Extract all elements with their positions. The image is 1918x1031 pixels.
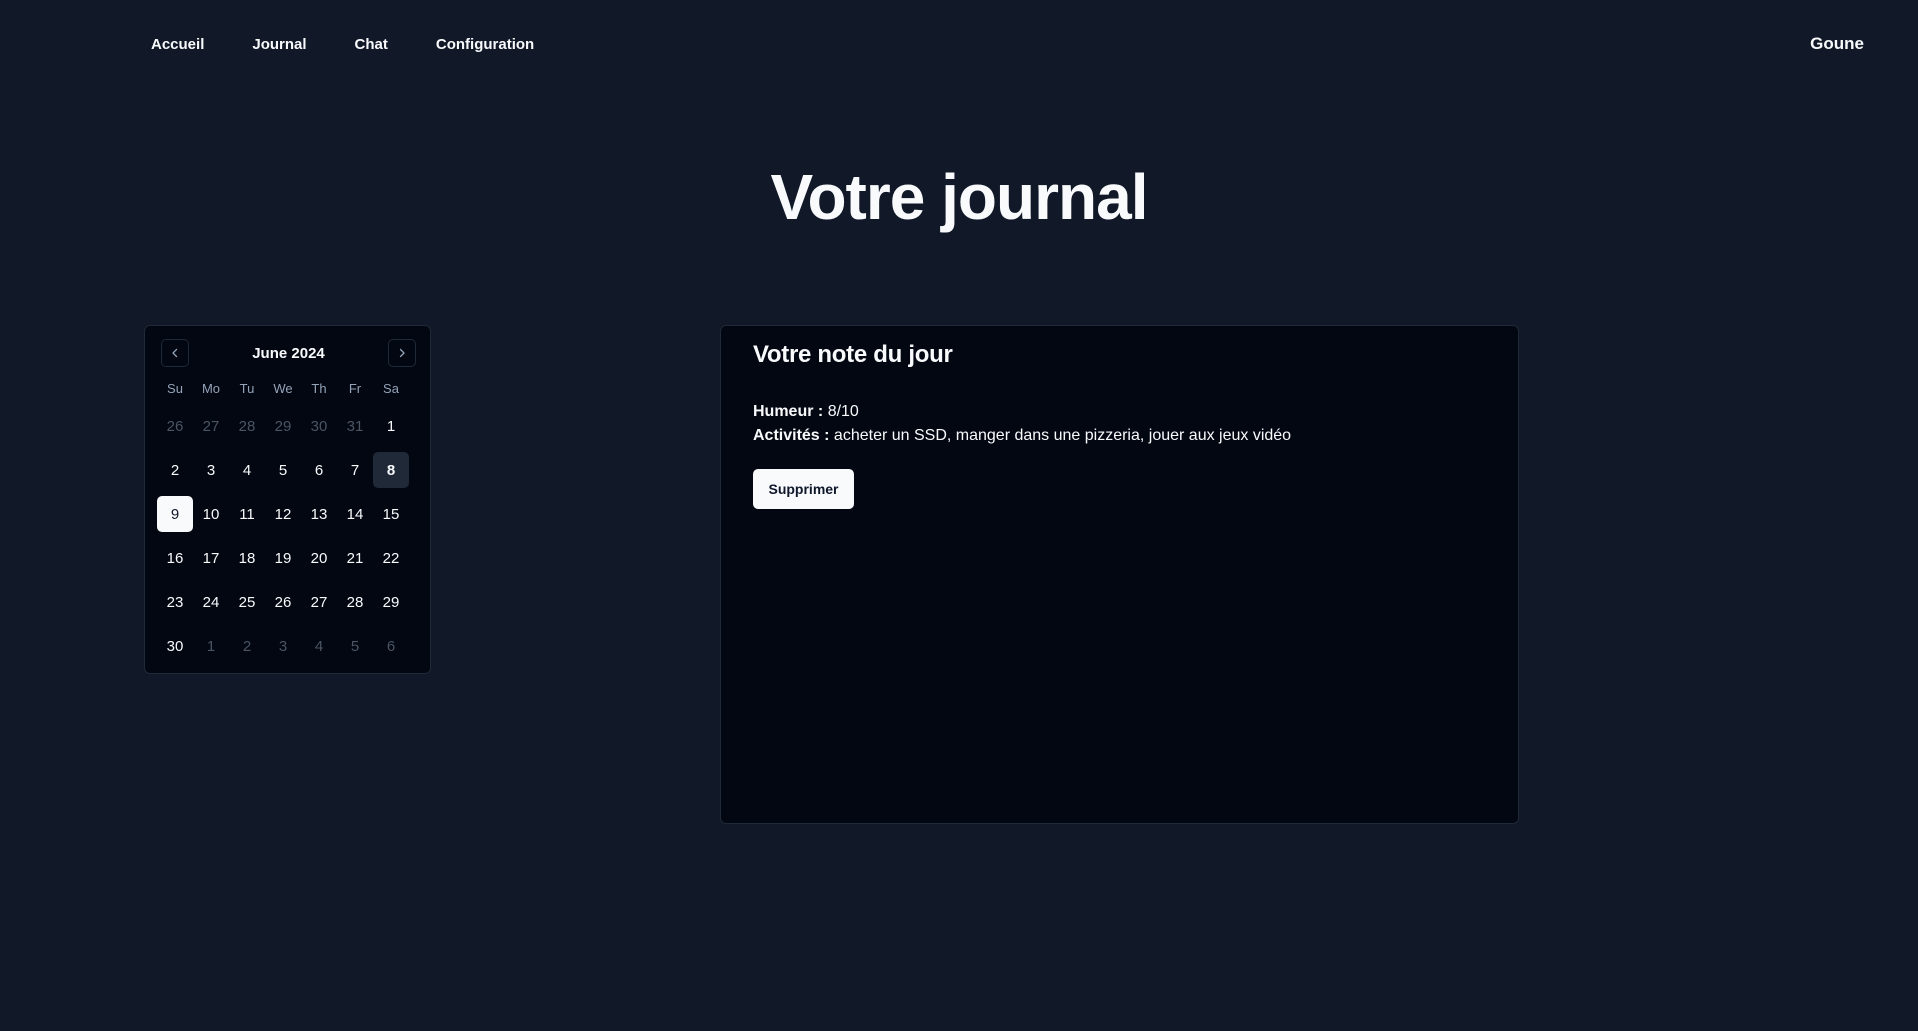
nav-link-accueil[interactable]: Accueil: [151, 36, 204, 54]
calendar-day[interactable]: 7: [337, 452, 373, 488]
mood-row: Humeur : 8/10: [753, 400, 1291, 424]
next-month-button[interactable]: [388, 339, 416, 367]
calendar-day[interactable]: 3: [193, 452, 229, 488]
calendar-month-label: June 2024: [252, 345, 325, 362]
calendar-day[interactable]: 30: [301, 408, 337, 444]
activities-label: Activités :: [753, 427, 830, 444]
daily-note-card: Votre note du jour Humeur : 8/10 Activit…: [720, 325, 1519, 824]
calendar-day[interactable]: 6: [301, 452, 337, 488]
calendar-day[interactable]: 18: [229, 540, 265, 576]
nav-link-chat[interactable]: Chat: [355, 36, 388, 54]
chevron-right-icon: [399, 348, 405, 358]
note-body: Humeur : 8/10 Activités : acheter un SSD…: [753, 400, 1291, 448]
calendar-day[interactable]: 17: [193, 540, 229, 576]
calendar-day[interactable]: 26: [265, 584, 301, 620]
weekday-label: Fr: [348, 381, 362, 396]
calendar-day[interactable]: 10: [193, 496, 229, 532]
calendar-day[interactable]: 29: [265, 408, 301, 444]
calendar-day[interactable]: 13: [301, 496, 337, 532]
calendar-day[interactable]: 19: [265, 540, 301, 576]
calendar-day-grid: 26 27 28 29 30 31 1 2 3 4 5 6 7 8 9 10 11 12 13 14 15 16 17 18 1…: [157, 408, 409, 664]
note-title: Votre note du jour: [753, 341, 953, 368]
calendar-day[interactable]: 14: [337, 496, 373, 532]
calendar-day[interactable]: 28: [337, 584, 373, 620]
page-title: Votre journal: [770, 161, 1149, 233]
activities-value: acheter un SSD, manger dans une pizzeria…: [833, 427, 1292, 444]
calendar-day[interactable]: 5: [337, 628, 373, 664]
delete-button[interactable]: Supprimer: [753, 469, 854, 509]
calendar-day[interactable]: 1: [373, 408, 409, 444]
calendar-day-selected[interactable]: 9: [157, 496, 193, 532]
calendar-day[interactable]: 4: [229, 452, 265, 488]
calendar-day[interactable]: 12: [265, 496, 301, 532]
calendar-day[interactable]: 4: [301, 628, 337, 664]
calendar: June 2024 Su Mo Tu We Th Fr Sa 26 27 28 29 3…: [144, 325, 431, 674]
weekday-label: Tu: [239, 381, 255, 396]
mood-value: 8/10: [827, 403, 859, 420]
calendar-day[interactable]: 27: [193, 408, 229, 444]
weekday-label: Su: [167, 381, 183, 396]
calendar-day[interactable]: 11: [229, 496, 265, 532]
calendar-day[interactable]: 15: [373, 496, 409, 532]
weekday-label: Sa: [383, 381, 399, 396]
calendar-day[interactable]: 6: [373, 628, 409, 664]
calendar-day[interactable]: 21: [337, 540, 373, 576]
calendar-day[interactable]: 1: [193, 628, 229, 664]
calendar-day[interactable]: 28: [229, 408, 265, 444]
user-name[interactable]: Goune: [1810, 34, 1864, 54]
calendar-day-today[interactable]: 8: [373, 452, 409, 488]
calendar-day[interactable]: 25: [229, 584, 265, 620]
calendar-day[interactable]: 27: [301, 584, 337, 620]
calendar-weekdays: Su Mo Tu We Th Fr Sa: [157, 381, 409, 396]
nav-links: Accueil Journal Chat Configuration: [151, 36, 534, 54]
calendar-day[interactable]: 2: [157, 452, 193, 488]
weekday-label: Th: [311, 381, 327, 396]
calendar-day[interactable]: 2: [229, 628, 265, 664]
calendar-header: June 2024: [161, 339, 416, 367]
calendar-day[interactable]: 22: [373, 540, 409, 576]
calendar-day[interactable]: 30: [157, 628, 193, 664]
mood-label: Humeur :: [753, 403, 824, 420]
weekday-label: Mo: [201, 381, 221, 396]
activities-row: Activités : acheter un SSD, manger dans …: [753, 424, 1291, 448]
calendar-day[interactable]: 20: [301, 540, 337, 576]
top-navigation: Accueil Journal Chat Configuration Goune: [0, 0, 1918, 90]
calendar-day[interactable]: 23: [157, 584, 193, 620]
calendar-day[interactable]: 3: [265, 628, 301, 664]
weekday-label: We: [273, 381, 293, 396]
calendar-day[interactable]: 26: [157, 408, 193, 444]
calendar-day[interactable]: 16: [157, 540, 193, 576]
calendar-day[interactable]: 24: [193, 584, 229, 620]
nav-link-configuration[interactable]: Configuration: [436, 36, 534, 54]
calendar-day[interactable]: 29: [373, 584, 409, 620]
calendar-day[interactable]: 5: [265, 452, 301, 488]
nav-link-journal[interactable]: Journal: [252, 36, 306, 54]
calendar-day[interactable]: 31: [337, 408, 373, 444]
